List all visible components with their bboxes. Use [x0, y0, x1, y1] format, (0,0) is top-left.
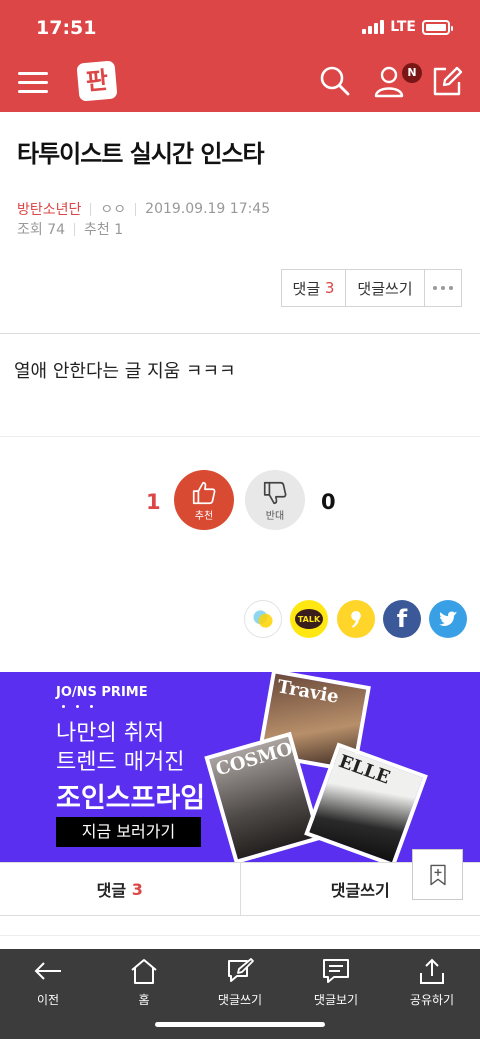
author-name: ㅇㅇ — [100, 202, 127, 218]
nav-label: 이전 — [36, 993, 60, 1007]
status-time: 17:51 — [36, 17, 97, 39]
kakaostory-share-button[interactable] — [244, 600, 282, 638]
write-post-icon[interactable] — [430, 64, 464, 98]
ad-brand: JO/NS PRIME — [56, 685, 148, 700]
write-comment-button[interactable]: 댓글쓰기 — [346, 270, 425, 306]
upvote-button[interactable]: 추천 — [174, 470, 234, 530]
view-count: 조회 74 — [17, 222, 66, 238]
downvote-count: 0 — [321, 490, 336, 514]
nav-label: 댓글쓰기 — [217, 993, 263, 1007]
more-button[interactable] — [425, 270, 461, 306]
menu-icon[interactable] — [18, 72, 48, 94]
nav-view-comments[interactable]: 댓글보기 — [288, 957, 384, 1008]
view-comment-icon — [323, 959, 349, 983]
divider — [0, 333, 480, 334]
kakaostory-icon — [253, 610, 273, 628]
comment-bar: 댓글 3 댓글쓰기 — [0, 862, 480, 916]
signal-icon — [362, 20, 385, 34]
nav-home[interactable]: 홈 — [96, 957, 192, 1008]
home-indicator — [155, 1022, 325, 1027]
post-action-group: 댓글 3 댓글쓰기 — [281, 269, 462, 307]
magazine-title: ELLE — [335, 750, 393, 789]
downvote-button[interactable]: 반대 — [245, 470, 305, 530]
home-icon — [131, 959, 157, 984]
share-icon — [420, 958, 444, 984]
kakaotalk-share-button[interactable]: TALK — [290, 600, 328, 638]
user-icon[interactable] — [372, 64, 406, 98]
pann-logo[interactable]: 판 — [76, 60, 118, 102]
divider — [0, 436, 480, 437]
twitter-share-button[interactable] — [429, 600, 467, 638]
comment-label: 댓글 — [96, 881, 127, 900]
nav-write-comment[interactable]: 댓글쓰기 — [192, 957, 288, 1008]
downvote-label: 반대 — [265, 510, 285, 522]
ad-banner[interactable]: JO/NS PRIME 나만의 취저 트렌드 매거진 조인스프라임 지금 보러가… — [0, 672, 480, 862]
post-body: 열애 안한다는 글 지움 ㅋㅋㅋ — [14, 361, 236, 382]
comment-label: 댓글 — [292, 279, 321, 298]
post-datetime: 2019.09.19 17:45 — [145, 201, 271, 217]
post-meta: 방탄소년단 ㅇㅇ 2019.09.19 17:45 — [17, 199, 270, 219]
ad-headline-1: 나만의 취저 — [56, 721, 165, 746]
nav-label: 홈 — [138, 993, 150, 1007]
bookmark-button[interactable] — [412, 849, 463, 900]
ad-dots — [62, 705, 93, 708]
twitter-icon — [439, 611, 458, 626]
divider — [0, 935, 480, 936]
ad-headline-2: 트렌드 매거진 — [56, 750, 185, 775]
magazine-title: Travie — [275, 676, 341, 708]
nav-label: 공유하기 — [409, 993, 455, 1007]
arrow-left-icon — [34, 962, 61, 980]
comma-icon — [351, 611, 361, 628]
divider — [135, 202, 137, 216]
upvote-label: 추천 — [194, 510, 214, 522]
thumbs-up-icon — [192, 481, 216, 504]
nav-share[interactable]: 공유하기 — [384, 957, 480, 1008]
bookmark-add-icon — [429, 864, 446, 885]
comment-tab[interactable]: 댓글 3 — [0, 863, 241, 915]
divider — [90, 202, 92, 216]
facebook-share-button[interactable]: f — [383, 600, 421, 638]
magazine-title: COSMO — [213, 738, 296, 781]
kakaotalk-icon: TALK — [295, 609, 323, 629]
board-link[interactable]: 방탄소년단 — [17, 199, 81, 219]
comment-count: 3 — [131, 879, 143, 899]
comment-button[interactable]: 댓글 3 — [282, 270, 346, 306]
post-stats: 조회 74 추천 1 — [17, 219, 123, 239]
post-title: 타투이스트 실시간 인스타 — [17, 140, 265, 168]
nav-label: 댓글보기 — [313, 993, 359, 1007]
upvote-count: 1 — [146, 490, 161, 514]
recommend-count: 추천 1 — [84, 222, 124, 238]
comment-count: 3 — [324, 279, 335, 297]
top-bar: 17:51 LTE 판 N — [0, 0, 480, 112]
ad-cta-button[interactable]: 지금 보러가기 — [56, 817, 201, 847]
network-type: LTE — [390, 19, 416, 35]
battery-icon — [422, 19, 453, 35]
more-icon — [433, 286, 453, 290]
nav-back[interactable]: 이전 — [0, 957, 96, 1008]
ad-headline-3: 조인스프라임 — [56, 783, 206, 814]
write-comment-icon — [228, 958, 254, 982]
notification-badge: N — [402, 63, 422, 83]
divider — [74, 222, 76, 236]
comment-share-button[interactable] — [337, 600, 375, 638]
thumbs-down-icon — [263, 481, 287, 504]
status-indicators: LTE — [362, 19, 453, 35]
search-icon[interactable] — [318, 64, 352, 98]
